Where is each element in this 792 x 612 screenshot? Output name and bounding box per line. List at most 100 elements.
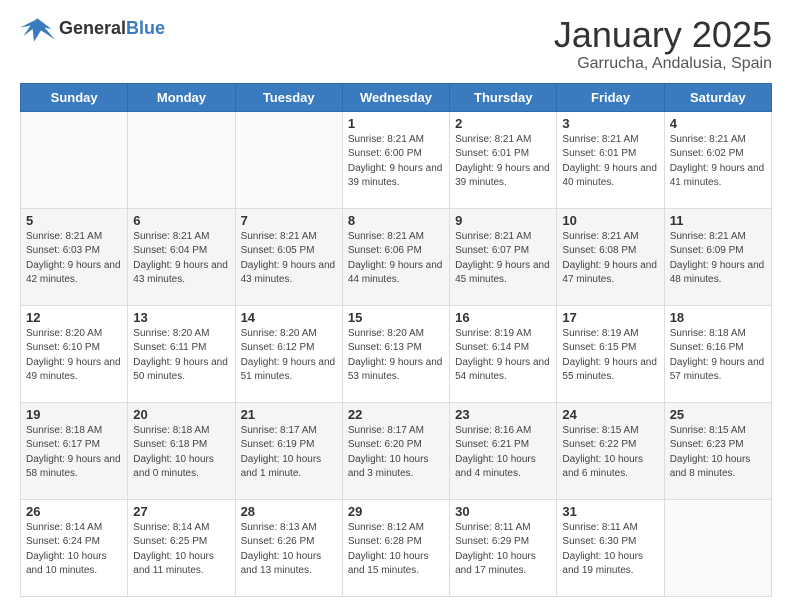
day-info: Sunrise: 8:21 AM Sunset: 6:01 PM Dayligh…	[455, 133, 551, 191]
day-number: 12	[26, 310, 122, 325]
day-info: Sunrise: 8:17 AM Sunset: 6:19 PM Dayligh…	[241, 424, 337, 482]
calendar-cell: 20 Sunrise: 8:18 AM Sunset: 6:18 PM Dayli…	[128, 402, 235, 499]
day-info: Sunrise: 8:20 AM Sunset: 6:13 PM Dayligh…	[348, 327, 444, 385]
day-number: 28	[241, 504, 337, 519]
day-number: 25	[670, 407, 766, 422]
weekday-sunday: Sunday	[21, 83, 128, 111]
day-number: 27	[133, 504, 229, 519]
week-row-3: 12 Sunrise: 8:20 AM Sunset: 6:10 PM Dayli…	[21, 305, 772, 402]
day-info: Sunrise: 8:11 AM Sunset: 6:30 PM Dayligh…	[562, 521, 658, 579]
day-number: 5	[26, 213, 122, 228]
header: GeneralBlue January 2025 Garrucha, Andal…	[20, 15, 772, 73]
day-info: Sunrise: 8:21 AM Sunset: 6:00 PM Dayligh…	[348, 133, 444, 191]
calendar-cell: 21 Sunrise: 8:17 AM Sunset: 6:19 PM Dayli…	[235, 402, 342, 499]
day-info: Sunrise: 8:20 AM Sunset: 6:10 PM Dayligh…	[26, 327, 122, 385]
calendar-cell: 6Sunrise: 8:21 AM Sunset: 6:04 PM Daylig…	[128, 208, 235, 305]
day-info: Sunrise: 8:21 AM Sunset: 6:03 PM Dayligh…	[26, 230, 122, 288]
day-number: 9	[455, 213, 551, 228]
day-number: 22	[348, 407, 444, 422]
week-row-1: 1Sunrise: 8:21 AM Sunset: 6:00 PM Daylig…	[21, 111, 772, 208]
day-info: Sunrise: 8:19 AM Sunset: 6:14 PM Dayligh…	[455, 327, 551, 385]
calendar-cell: 3Sunrise: 8:21 AM Sunset: 6:01 PM Daylig…	[557, 111, 664, 208]
day-number: 10	[562, 213, 658, 228]
day-info: Sunrise: 8:15 AM Sunset: 6:23 PM Dayligh…	[670, 424, 766, 482]
calendar-cell: 10Sunrise: 8:21 AM Sunset: 6:08 PM Dayli…	[557, 208, 664, 305]
page: GeneralBlue January 2025 Garrucha, Andal…	[0, 0, 792, 612]
day-number: 14	[241, 310, 337, 325]
day-number: 4	[670, 116, 766, 131]
day-info: Sunrise: 8:18 AM Sunset: 6:17 PM Dayligh…	[26, 424, 122, 482]
calendar-cell	[235, 111, 342, 208]
day-info: Sunrise: 8:20 AM Sunset: 6:12 PM Dayligh…	[241, 327, 337, 385]
day-info: Sunrise: 8:19 AM Sunset: 6:15 PM Dayligh…	[562, 327, 658, 385]
week-row-5: 26Sunrise: 8:14 AM Sunset: 6:24 PM Dayli…	[21, 499, 772, 596]
day-info: Sunrise: 8:21 AM Sunset: 6:07 PM Dayligh…	[455, 230, 551, 288]
logo-general: General	[59, 18, 126, 38]
calendar-cell: 24 Sunrise: 8:15 AM Sunset: 6:22 PM Dayli…	[557, 402, 664, 499]
day-info: Sunrise: 8:11 AM Sunset: 6:29 PM Dayligh…	[455, 521, 551, 579]
day-number: 24	[562, 407, 658, 422]
calendar-cell: 15 Sunrise: 8:20 AM Sunset: 6:13 PM Dayli…	[342, 305, 449, 402]
weekday-monday: Monday	[128, 83, 235, 111]
week-row-4: 19 Sunrise: 8:18 AM Sunset: 6:17 PM Dayli…	[21, 402, 772, 499]
logo-icon	[20, 15, 55, 43]
day-number: 23	[455, 407, 551, 422]
calendar-cell: 16 Sunrise: 8:19 AM Sunset: 6:14 PM Dayli…	[450, 305, 557, 402]
calendar-cell: 2Sunrise: 8:21 AM Sunset: 6:01 PM Daylig…	[450, 111, 557, 208]
calendar-cell: 13Sunrise: 8:20 AM Sunset: 6:11 PM Dayli…	[128, 305, 235, 402]
day-info: Sunrise: 8:20 AM Sunset: 6:11 PM Dayligh…	[133, 327, 229, 385]
day-info: Sunrise: 8:21 AM Sunset: 6:05 PM Dayligh…	[241, 230, 337, 288]
day-number: 17	[562, 310, 658, 325]
logo: GeneralBlue	[20, 15, 165, 43]
calendar-cell: 8 Sunrise: 8:21 AM Sunset: 6:06 PM Daylig…	[342, 208, 449, 305]
weekday-tuesday: Tuesday	[235, 83, 342, 111]
calendar: SundayMondayTuesdayWednesdayThursdayFrid…	[20, 83, 772, 597]
calendar-cell: 11Sunrise: 8:21 AM Sunset: 6:09 PM Dayli…	[664, 208, 771, 305]
logo-blue: Blue	[126, 18, 165, 38]
calendar-cell: 4 Sunrise: 8:21 AM Sunset: 6:02 PM Daylig…	[664, 111, 771, 208]
weekday-thursday: Thursday	[450, 83, 557, 111]
day-info: Sunrise: 8:18 AM Sunset: 6:16 PM Dayligh…	[670, 327, 766, 385]
calendar-cell: 30 Sunrise: 8:11 AM Sunset: 6:29 PM Dayli…	[450, 499, 557, 596]
day-info: Sunrise: 8:15 AM Sunset: 6:22 PM Dayligh…	[562, 424, 658, 482]
calendar-cell: 5 Sunrise: 8:21 AM Sunset: 6:03 PM Daylig…	[21, 208, 128, 305]
calendar-cell: 18 Sunrise: 8:18 AM Sunset: 6:16 PM Dayli…	[664, 305, 771, 402]
day-number: 30	[455, 504, 551, 519]
location: Garrucha, Andalusia, Spain	[554, 55, 772, 73]
day-info: Sunrise: 8:14 AM Sunset: 6:25 PM Dayligh…	[133, 521, 229, 579]
logo-text: GeneralBlue	[59, 19, 165, 39]
calendar-cell: 1Sunrise: 8:21 AM Sunset: 6:00 PM Daylig…	[342, 111, 449, 208]
day-info: Sunrise: 8:18 AM Sunset: 6:18 PM Dayligh…	[133, 424, 229, 482]
calendar-cell: 26Sunrise: 8:14 AM Sunset: 6:24 PM Dayli…	[21, 499, 128, 596]
day-number: 11	[670, 213, 766, 228]
calendar-cell: 19 Sunrise: 8:18 AM Sunset: 6:17 PM Dayli…	[21, 402, 128, 499]
day-number: 19	[26, 407, 122, 422]
calendar-cell: 29Sunrise: 8:12 AM Sunset: 6:28 PM Dayli…	[342, 499, 449, 596]
day-info: Sunrise: 8:21 AM Sunset: 6:06 PM Dayligh…	[348, 230, 444, 288]
day-number: 21	[241, 407, 337, 422]
calendar-cell: 7 Sunrise: 8:21 AM Sunset: 6:05 PM Daylig…	[235, 208, 342, 305]
day-info: Sunrise: 8:21 AM Sunset: 6:02 PM Dayligh…	[670, 133, 766, 191]
day-number: 29	[348, 504, 444, 519]
day-number: 18	[670, 310, 766, 325]
day-number: 16	[455, 310, 551, 325]
weekday-wednesday: Wednesday	[342, 83, 449, 111]
day-number: 15	[348, 310, 444, 325]
calendar-cell: 31Sunrise: 8:11 AM Sunset: 6:30 PM Dayli…	[557, 499, 664, 596]
calendar-cell: 23 Sunrise: 8:16 AM Sunset: 6:21 PM Dayli…	[450, 402, 557, 499]
month-title: January 2025	[554, 15, 772, 55]
calendar-cell: 28Sunrise: 8:13 AM Sunset: 6:26 PM Dayli…	[235, 499, 342, 596]
day-info: Sunrise: 8:17 AM Sunset: 6:20 PM Dayligh…	[348, 424, 444, 482]
calendar-cell: 17 Sunrise: 8:19 AM Sunset: 6:15 PM Dayli…	[557, 305, 664, 402]
day-number: 26	[26, 504, 122, 519]
calendar-cell: 25 Sunrise: 8:15 AM Sunset: 6:23 PM Dayli…	[664, 402, 771, 499]
day-number: 20	[133, 407, 229, 422]
weekday-friday: Friday	[557, 83, 664, 111]
day-info: Sunrise: 8:16 AM Sunset: 6:21 PM Dayligh…	[455, 424, 551, 482]
day-number: 8	[348, 213, 444, 228]
calendar-cell	[128, 111, 235, 208]
calendar-cell: 9 Sunrise: 8:21 AM Sunset: 6:07 PM Daylig…	[450, 208, 557, 305]
day-info: Sunrise: 8:21 AM Sunset: 6:04 PM Dayligh…	[133, 230, 229, 288]
day-number: 7	[241, 213, 337, 228]
weekday-saturday: Saturday	[664, 83, 771, 111]
